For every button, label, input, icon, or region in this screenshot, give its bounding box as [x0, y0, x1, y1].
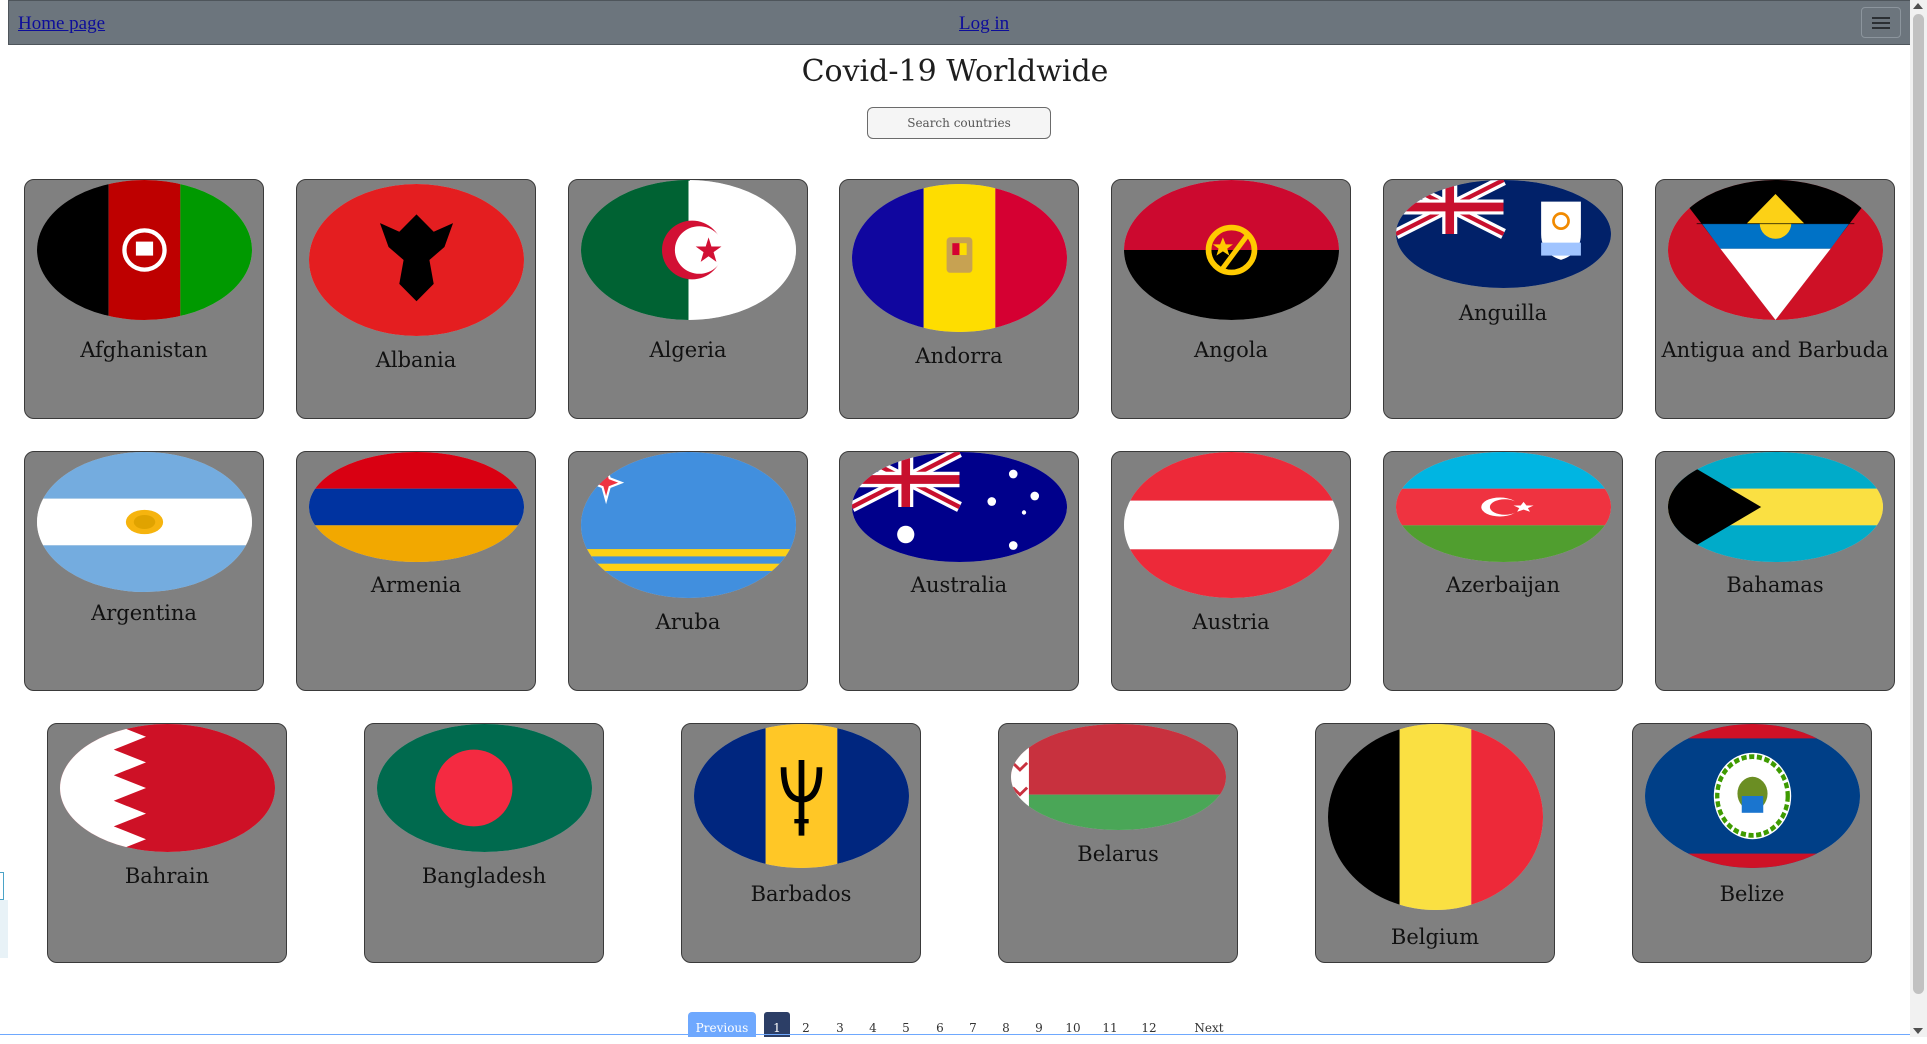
scroll-thumb[interactable]: [1913, 14, 1924, 994]
bangladesh-flag-icon: [377, 724, 592, 852]
angola-flag-icon: [1124, 180, 1339, 320]
country-card-australia[interactable]: Australia: [839, 451, 1079, 691]
country-card-algeria[interactable]: Algeria: [568, 179, 808, 419]
country-name: Austria: [1192, 610, 1270, 634]
country-card-bahrain[interactable]: Bahrain: [47, 723, 287, 963]
country-card-anguilla[interactable]: Anguilla: [1383, 179, 1623, 419]
albania-flag-icon: [309, 184, 524, 336]
page-title: Covid-19 Worldwide: [801, 54, 1109, 89]
country-card-austria[interactable]: Austria: [1111, 451, 1351, 691]
belize-flag-icon: [1645, 724, 1860, 868]
country-name: Albania: [375, 348, 457, 372]
anguilla-flag-icon: [1396, 180, 1611, 288]
country-card-bahamas[interactable]: Bahamas: [1655, 451, 1895, 691]
top-navbar: Home page Log in: [8, 0, 1912, 45]
scroll-down-arrow-icon[interactable]: [1913, 1028, 1923, 1034]
country-name: Afghanistan: [80, 338, 208, 362]
country-name: Algeria: [649, 338, 727, 362]
country-card-angola[interactable]: Angola: [1111, 179, 1351, 419]
antigua-and-barbuda-flag-icon: [1668, 180, 1883, 320]
edge-widget-panel: [0, 900, 8, 958]
country-name: Anguilla: [1458, 301, 1548, 325]
country-card-aruba[interactable]: Aruba: [568, 451, 808, 691]
scroll-up-arrow-icon[interactable]: [1913, 3, 1923, 9]
country-name: Australia: [910, 573, 1008, 597]
country-name: Belgium: [1390, 925, 1480, 949]
country-name: Azerbaijan: [1446, 573, 1560, 597]
country-card-belarus[interactable]: Belarus: [998, 723, 1238, 963]
country-name: Belize: [1719, 882, 1785, 906]
country-name: Barbados: [750, 882, 852, 906]
search-countries-input[interactable]: [867, 107, 1051, 139]
belarus-flag-icon: [1011, 724, 1226, 830]
argentina-flag-icon: [37, 452, 252, 592]
country-card-barbados[interactable]: Barbados: [681, 723, 921, 963]
country-card-bangladesh[interactable]: Bangladesh: [364, 723, 604, 963]
belgium-flag-icon: [1328, 724, 1543, 910]
algeria-flag-icon: [581, 180, 796, 320]
austria-flag-icon: [1124, 452, 1339, 598]
country-name: Armenia: [370, 573, 462, 597]
hamburger-menu-icon[interactable]: [1861, 7, 1901, 38]
home-page-link[interactable]: Home page: [18, 13, 105, 35]
country-name: Argentina: [91, 601, 197, 625]
country-card-argentina[interactable]: Argentina: [24, 451, 264, 691]
country-card-andorra[interactable]: Andorra: [839, 179, 1079, 419]
bahrain-flag-icon: [60, 724, 275, 852]
country-name: Antigua and Barbuda: [1661, 338, 1889, 362]
australia-flag-icon: [852, 452, 1067, 562]
aruba-flag-icon: [581, 452, 796, 598]
afghanistan-flag-icon: [37, 180, 252, 320]
country-card-albania[interactable]: Albania: [296, 179, 536, 419]
country-name: Andorra: [915, 344, 1003, 368]
bottom-divider: [0, 1034, 1910, 1035]
login-link[interactable]: Log in: [959, 13, 1009, 35]
country-name: Aruba: [655, 610, 721, 634]
country-card-belize[interactable]: Belize: [1632, 723, 1872, 963]
country-card-belgium[interactable]: Belgium: [1315, 723, 1555, 963]
country-name: Bahamas: [1726, 573, 1824, 597]
andorra-flag-icon: [852, 184, 1067, 332]
country-card-armenia[interactable]: Armenia: [296, 451, 536, 691]
country-name: Belarus: [1077, 842, 1159, 866]
azerbaijan-flag-icon: [1396, 452, 1611, 562]
country-card-afghanistan[interactable]: Afghanistan: [24, 179, 264, 419]
page-scrollbar[interactable]: [1910, 0, 1927, 1037]
country-name: Bangladesh: [421, 864, 547, 888]
bahamas-flag-icon: [1668, 452, 1883, 562]
country-card-antigua-and-barbuda[interactable]: Antigua and Barbuda: [1655, 179, 1895, 419]
country-name: Bahrain: [124, 864, 210, 888]
barbados-flag-icon: [694, 724, 909, 868]
country-name: Angola: [1193, 338, 1268, 362]
country-card-azerbaijan[interactable]: Azerbaijan: [1383, 451, 1623, 691]
armenia-flag-icon: [309, 452, 524, 562]
edge-widget: [0, 872, 4, 900]
